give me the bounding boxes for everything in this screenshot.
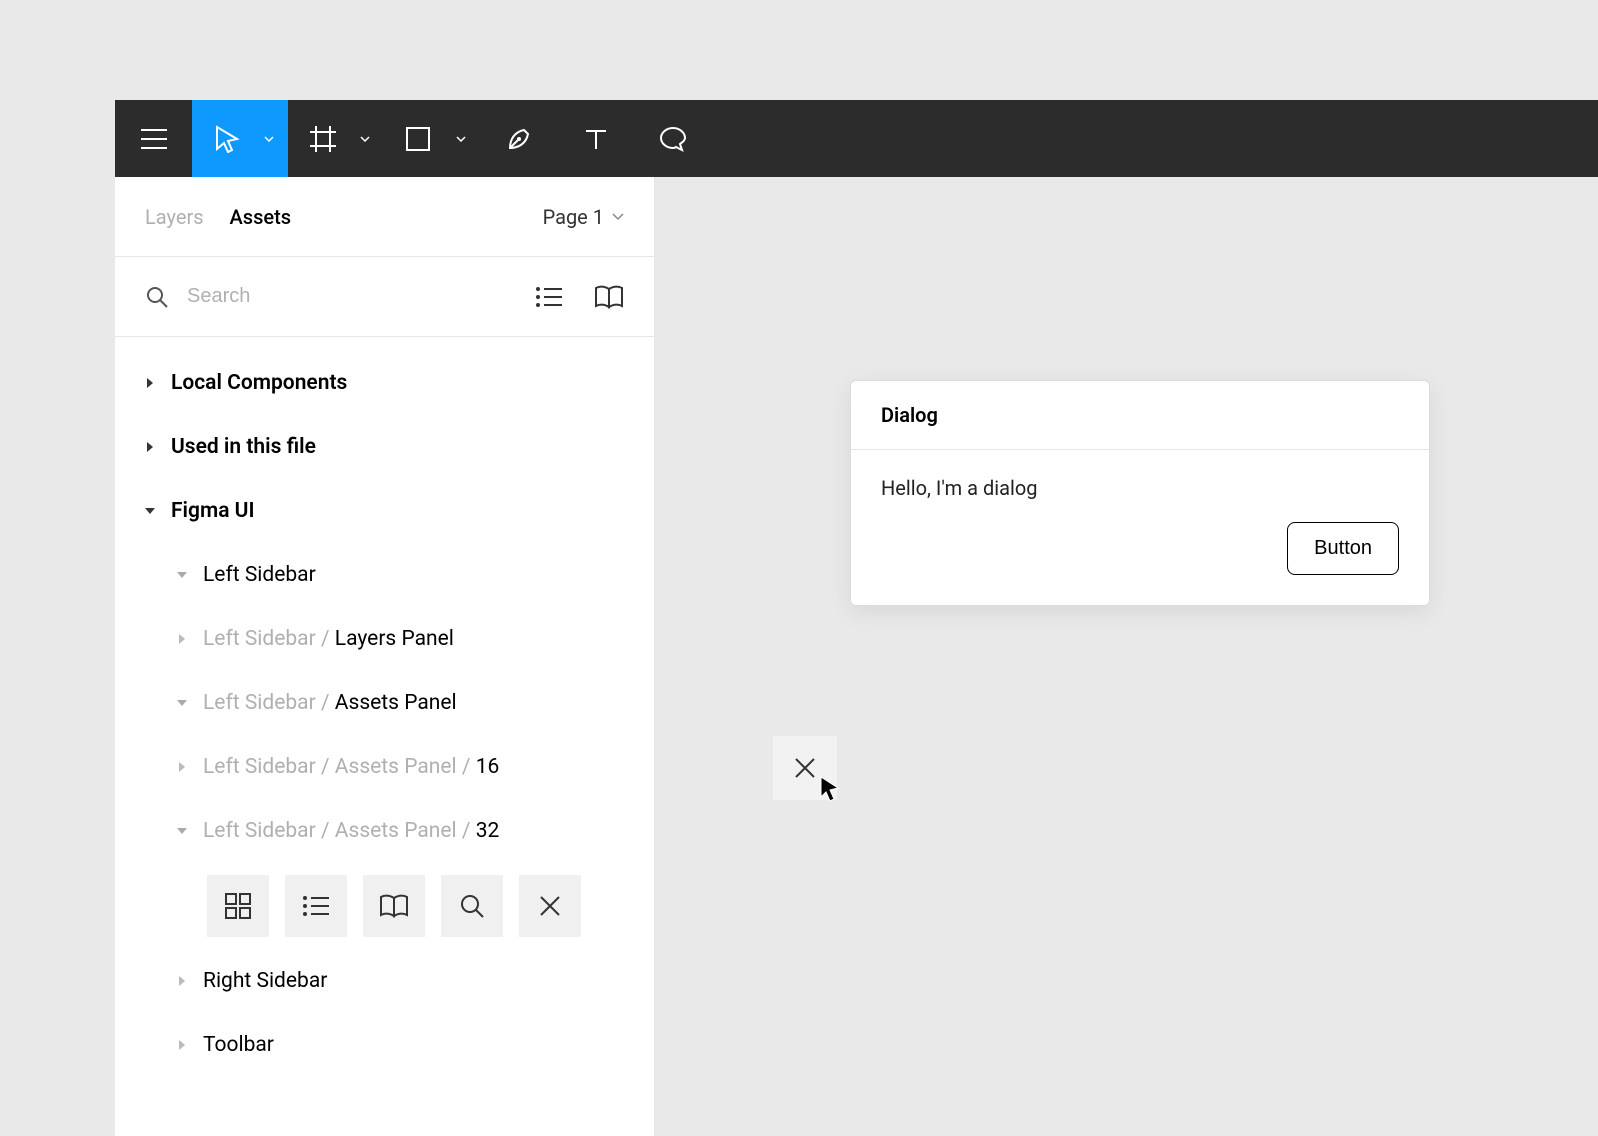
- caret-down-icon: [176, 570, 188, 580]
- tree-label: Right Sidebar: [203, 969, 327, 993]
- canvas-dialog-component[interactable]: Dialog Hello, I'm a dialog Button: [850, 380, 1430, 606]
- chevron-down-icon: [456, 136, 466, 142]
- tree-label: Used in this file: [171, 435, 316, 459]
- dialog-body-text: Hello, I'm a dialog: [881, 476, 1399, 500]
- close-icon: [539, 895, 561, 917]
- search-icon: [459, 893, 485, 919]
- tree-figma-ui[interactable]: Figma UI: [115, 479, 654, 543]
- caret-right-icon: [177, 1039, 187, 1051]
- tree-label: Figma UI: [171, 499, 255, 523]
- tab-assets[interactable]: Assets: [230, 205, 292, 229]
- tree-label: Left Sidebar / Assets Panel / 16: [203, 755, 499, 779]
- asset-list-icon[interactable]: [285, 875, 347, 937]
- assets-search-input[interactable]: [187, 285, 518, 308]
- panel-tabs: Layers Assets Page 1: [115, 177, 654, 257]
- grid-icon: [225, 893, 251, 919]
- menu-button[interactable]: [115, 100, 192, 177]
- comment-tool[interactable]: [634, 100, 711, 177]
- caret-right-icon: [177, 633, 187, 645]
- page-selector-label: Page 1: [543, 205, 604, 229]
- caret-down-icon: [144, 506, 156, 516]
- caret-right-icon: [177, 975, 187, 987]
- tree-left-sidebar[interactable]: Left Sidebar: [115, 543, 654, 607]
- library-icon[interactable]: [594, 285, 624, 309]
- frame-icon: [310, 126, 336, 152]
- asset-book-icon[interactable]: [363, 875, 425, 937]
- left-sidebar: Layers Assets Page 1 Local Components: [115, 177, 655, 1136]
- hamburger-icon: [141, 129, 167, 149]
- frame-tool[interactable]: [288, 100, 384, 177]
- asset-close-icon[interactable]: [519, 875, 581, 937]
- tree-toolbar[interactable]: Toolbar: [115, 1013, 654, 1077]
- book-icon: [379, 894, 409, 918]
- tree-local-components[interactable]: Local Components: [115, 351, 654, 415]
- caret-down-icon: [176, 826, 188, 836]
- tree-layers-panel[interactable]: Left Sidebar / Layers Panel: [115, 607, 654, 671]
- pen-icon: [506, 126, 532, 152]
- rectangle-icon: [406, 127, 430, 151]
- tree-right-sidebar[interactable]: Right Sidebar: [115, 949, 654, 1013]
- asset-search-icon[interactable]: [441, 875, 503, 937]
- tree-label: Toolbar: [203, 1033, 274, 1057]
- tree-assets-panel[interactable]: Left Sidebar / Assets Panel: [115, 671, 654, 735]
- top-toolbar: [115, 100, 1598, 177]
- dialog-button[interactable]: Button: [1287, 522, 1399, 575]
- dialog-title: Dialog: [851, 381, 1429, 450]
- assets-tree: Local Components Used in this file Figma…: [115, 337, 654, 1091]
- pen-tool[interactable]: [480, 100, 557, 177]
- tree-label: Left Sidebar / Layers Panel: [203, 627, 454, 651]
- tree-assets-16[interactable]: Left Sidebar / Assets Panel / 16: [115, 735, 654, 799]
- asset-grid-icon[interactable]: [207, 875, 269, 937]
- chevron-down-icon: [612, 213, 624, 221]
- shape-tool[interactable]: [384, 100, 480, 177]
- caret-right-icon: [177, 761, 187, 773]
- search-icon: [145, 285, 169, 309]
- tree-label: Local Components: [171, 371, 347, 395]
- list-view-icon[interactable]: [536, 287, 562, 307]
- comment-icon: [659, 125, 687, 153]
- chevron-down-icon: [264, 136, 274, 142]
- caret-right-icon: [145, 377, 155, 389]
- chevron-down-icon: [360, 136, 370, 142]
- cursor-icon: [214, 125, 240, 153]
- tree-label: Left Sidebar / Assets Panel: [203, 691, 457, 715]
- tab-layers[interactable]: Layers: [145, 205, 204, 229]
- caret-right-icon: [145, 441, 155, 453]
- tree-label: Left Sidebar: [203, 563, 316, 587]
- page-selector[interactable]: Page 1: [543, 205, 624, 229]
- move-tool[interactable]: [192, 100, 288, 177]
- text-tool[interactable]: [557, 100, 634, 177]
- text-icon: [584, 127, 608, 151]
- close-icon: [793, 756, 817, 780]
- asset-thumbnails-32: [115, 863, 654, 949]
- caret-down-icon: [176, 698, 188, 708]
- tree-used-in-file[interactable]: Used in this file: [115, 415, 654, 479]
- cursor-icon: [819, 776, 841, 802]
- list-icon: [303, 896, 329, 916]
- tree-label: Left Sidebar / Assets Panel / 32: [203, 819, 499, 843]
- assets-search-row: [115, 257, 654, 337]
- tree-assets-32[interactable]: Left Sidebar / Assets Panel / 32: [115, 799, 654, 863]
